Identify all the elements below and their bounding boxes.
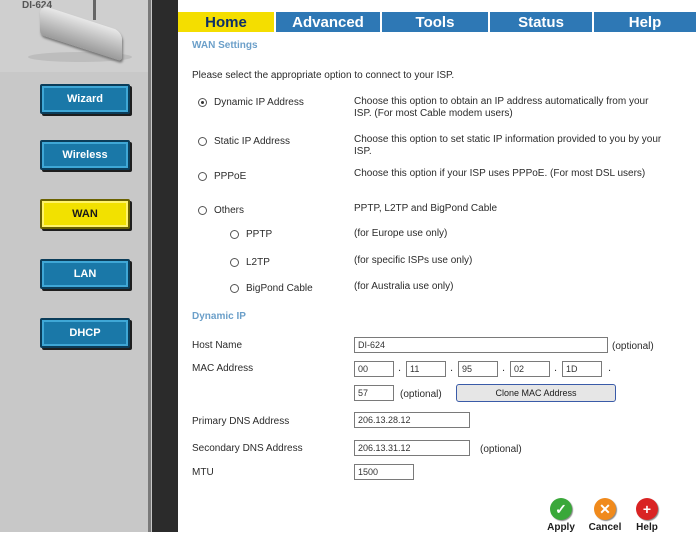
l2tp-label[interactable]: L2TP — [246, 257, 270, 269]
help-plus-icon[interactable]: + — [636, 498, 658, 520]
main-content: WAN Settings Please select the appropria… — [178, 32, 696, 533]
l2tp-description: (for specific ISPs use only) — [354, 255, 473, 266]
cancel-action[interactable]: ✕ Cancel — [588, 498, 622, 533]
mac-octet-3-input[interactable]: 95 — [458, 361, 498, 377]
pptp-description: (for Europe use only) — [354, 228, 448, 239]
tab-home[interactable]: Home — [178, 12, 276, 32]
others-radio[interactable] — [198, 206, 207, 215]
primary-dns-input[interactable]: 206.13.28.12 — [354, 412, 470, 428]
nav-wireless-button[interactable]: Wireless — [40, 140, 130, 170]
static-ip-description: Choose this option to set static IP info… — [354, 134, 662, 157]
nav-lan-button[interactable]: LAN — [40, 259, 130, 289]
divider-strip — [152, 0, 178, 532]
apply-label[interactable]: Apply — [544, 522, 578, 533]
router-antenna-icon — [93, 0, 96, 20]
secondary-dns-optional-label: (optional) — [480, 444, 522, 455]
mac-octet-5-input[interactable]: 1D — [562, 361, 602, 377]
mac-octet-6-input[interactable]: 57 — [354, 385, 394, 401]
static-ip-radio[interactable] — [198, 137, 207, 146]
mac-separator: . — [554, 362, 558, 374]
device-image: DI-624 — [0, 0, 148, 72]
static-ip-label[interactable]: Static IP Address — [214, 136, 290, 148]
pptp-label[interactable]: PPTP — [246, 229, 272, 241]
cancel-x-icon[interactable]: ✕ — [594, 498, 616, 520]
mac-separator: . — [502, 362, 506, 374]
divider — [148, 0, 151, 532]
help-label[interactable]: Help — [630, 522, 664, 533]
wan-intro-text: Please select the appropriate option to … — [192, 70, 455, 81]
wan-settings-title: WAN Settings — [192, 40, 258, 51]
mac-octet-4-input[interactable]: 02 — [510, 361, 550, 377]
nav-wan-button[interactable]: WAN — [40, 199, 130, 229]
apply-action[interactable]: ✓ Apply — [544, 498, 578, 533]
apply-check-icon[interactable]: ✓ — [550, 498, 572, 520]
mtu-label: MTU — [192, 467, 214, 478]
nav-dhcp-button[interactable]: DHCP — [40, 318, 130, 348]
mtu-input[interactable]: 1500 — [354, 464, 414, 480]
tab-bar: Home Advanced Tools Status Help — [178, 12, 696, 32]
tab-bar-spacer — [178, 0, 696, 12]
host-name-optional-label: (optional) — [612, 341, 654, 352]
help-action[interactable]: + Help — [630, 498, 664, 533]
pptp-radio[interactable] — [230, 230, 239, 239]
mac-separator: . — [608, 362, 612, 374]
mac-separator: . — [398, 362, 402, 374]
l2tp-radio[interactable] — [230, 258, 239, 267]
mac-octet-2-input[interactable]: 11 — [406, 361, 446, 377]
cancel-label[interactable]: Cancel — [588, 522, 622, 533]
dynamic-ip-section-title: Dynamic IP — [192, 311, 246, 322]
bigpond-cable-description: (for Australia use only) — [354, 281, 454, 292]
mac-separator: . — [450, 362, 454, 374]
host-name-input[interactable]: DI-624 — [354, 337, 608, 353]
mac-address-label: MAC Address — [192, 363, 254, 374]
tab-tools[interactable]: Tools — [382, 12, 490, 32]
tab-help[interactable]: Help — [594, 12, 696, 32]
others-description: PPTP, L2TP and BigPond Cable — [354, 203, 498, 214]
secondary-dns-input[interactable]: 206.13.31.12 — [354, 440, 470, 456]
tab-advanced[interactable]: Advanced — [276, 12, 382, 32]
pppoe-description: Choose this option if your ISP uses PPPo… — [354, 168, 646, 179]
tab-status[interactable]: Status — [490, 12, 594, 32]
pppoe-label[interactable]: PPPoE — [214, 171, 246, 183]
pppoe-radio[interactable] — [198, 172, 207, 181]
left-navigation-panel: DI-624 Wizard Wireless WAN LAN DHCP — [0, 0, 152, 532]
mac-octet-1-input[interactable]: 00 — [354, 361, 394, 377]
clone-mac-address-button[interactable]: Clone MAC Address — [456, 384, 616, 402]
dynamic-ip-radio[interactable] — [198, 98, 207, 107]
bigpond-cable-radio[interactable] — [230, 284, 239, 293]
host-name-label: Host Name — [192, 340, 243, 351]
mac-optional-label: (optional) — [400, 389, 442, 400]
others-label[interactable]: Others — [214, 205, 244, 217]
dynamic-ip-description: Choose this option to obtain an IP addre… — [354, 96, 649, 119]
secondary-dns-label: Secondary DNS Address — [192, 443, 303, 454]
primary-dns-label: Primary DNS Address — [192, 416, 290, 427]
bigpond-cable-label[interactable]: BigPond Cable — [246, 283, 313, 295]
nav-wizard-button[interactable]: Wizard — [40, 84, 130, 114]
dynamic-ip-label[interactable]: Dynamic IP Address — [214, 97, 304, 109]
